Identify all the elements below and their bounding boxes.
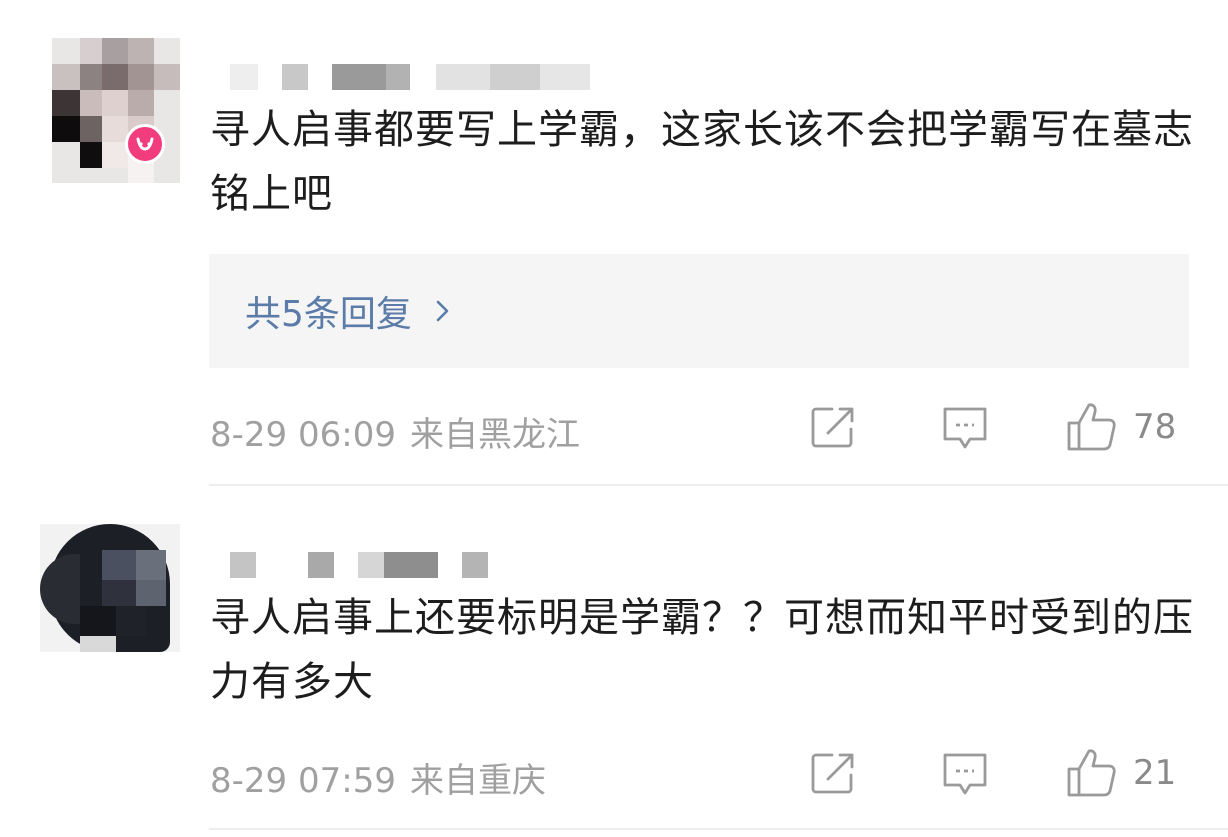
replies-label: 共5条回复: [245, 294, 412, 335]
reply-button[interactable]: [940, 751, 990, 799]
comment-item: 寻人启事上还要标明是学霸？？可想而知平时受到的压力有多大 8-29 07:59 来…: [0, 490, 1228, 837]
comment-icon: [943, 407, 987, 449]
thumbs-up-icon: [1067, 749, 1116, 797]
comment-icon: [943, 753, 987, 795]
share-button[interactable]: [810, 405, 858, 449]
comment-timestamp: 8-29 06:09 来自黑龙江: [210, 407, 580, 456]
comment-meta: 8-29 06:09 来自黑龙江 78: [210, 401, 1190, 456]
comment-text: 寻人启事都要写上学霸，这家长该不会把学霸写在墓志铭上吧: [210, 107, 1194, 217]
comment-timestamp: 8-29 07:59 来自重庆: [210, 753, 546, 802]
comment-meta: 8-29 07:59 来自重庆 21: [210, 747, 1190, 802]
like-button[interactable]: 78: [1065, 401, 1176, 453]
location: 来自黑龙江: [409, 415, 580, 455]
location: 来自重庆: [409, 761, 546, 801]
comment-item: 寻人启事都要写上学霸，这家长该不会把学霸写在墓志铭上吧 共5条回复 8-29 0…: [0, 0, 1228, 490]
thumbs-up-icon: [1067, 403, 1116, 451]
share-icon: [811, 407, 854, 448]
view-replies-link[interactable]: 共5条回复: [245, 285, 454, 337]
divider: [209, 484, 1228, 486]
like-count: 78: [1133, 407, 1177, 447]
username-redacted[interactable]: [230, 64, 590, 90]
reply-button[interactable]: [940, 405, 990, 453]
timestamp: 8-29 07:59: [210, 761, 396, 801]
like-count: 21: [1133, 753, 1177, 793]
replies-box[interactable]: 共5条回复: [209, 254, 1189, 368]
avatar[interactable]: [52, 38, 180, 183]
like-button[interactable]: 21: [1065, 747, 1176, 799]
divider: [209, 828, 1228, 830]
vip-badge-icon: [125, 124, 165, 164]
share-button[interactable]: [810, 751, 858, 795]
chevron-right-icon: [436, 300, 449, 322]
timestamp: 8-29 06:09: [210, 415, 396, 455]
username-redacted[interactable]: [230, 552, 490, 578]
share-icon: [811, 753, 854, 794]
comment-text: 寻人启事上还要标明是学霸？？可想而知平时受到的压力有多大: [210, 595, 1194, 705]
avatar[interactable]: [40, 524, 180, 652]
